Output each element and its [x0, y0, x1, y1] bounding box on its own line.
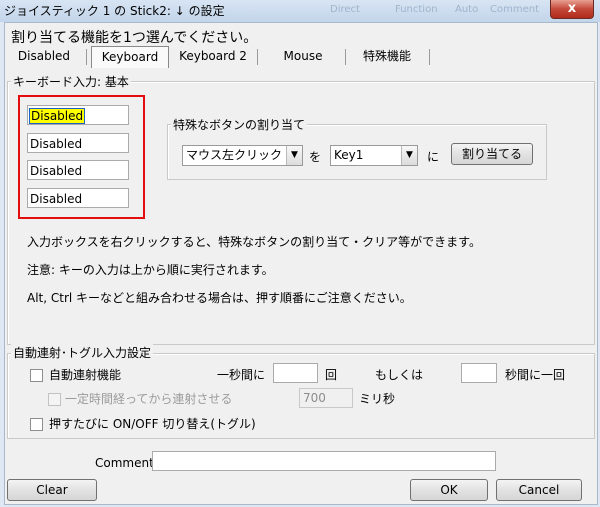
delay-label: 一定時間経ってから連射させる	[65, 392, 233, 406]
or-label: もしくは	[375, 368, 424, 382]
tab-separator	[429, 49, 430, 65]
tab-mouse[interactable]: Mouse	[263, 46, 343, 66]
dialog-client: 割り当てる機能を1つ選んでください。 Disabled Keyboard Key…	[4, 22, 598, 505]
note-right-click: 入力ボックスを右クリックすると、特殊なボタンの割り当て・クリア等ができます。	[27, 235, 481, 249]
wo-label: を	[309, 150, 322, 164]
window-title: ジョイスティック 1 の Stick2: ↓ の設定	[4, 4, 225, 18]
assign-button[interactable]: 割り当てる	[451, 143, 533, 165]
close-icon: x	[567, 1, 577, 16]
tab-separator	[86, 49, 87, 65]
cancel-button[interactable]: Cancel	[496, 479, 582, 501]
ok-button[interactable]: OK	[410, 479, 488, 501]
clear-button[interactable]: Clear	[7, 479, 97, 501]
comment-input[interactable]	[152, 451, 496, 471]
ni-label: に	[427, 150, 440, 164]
tab-disabled[interactable]: Disabled	[9, 46, 79, 66]
chevron-down-icon[interactable]: ▼	[401, 146, 417, 165]
close-button[interactable]: x	[550, 0, 594, 19]
seconds-interval-input[interactable]	[461, 363, 497, 383]
key-input-value: Disabled	[28, 108, 86, 124]
background-window-title: Auto	[455, 4, 479, 15]
auto-fire-group-title: 自動連射･トグル入力設定	[11, 344, 154, 361]
ms-label: ミリ秒	[359, 392, 396, 406]
rapid-fire-label: 自動連射機能	[49, 368, 122, 382]
tab-keyboard-2[interactable]: Keyboard 2	[175, 46, 251, 66]
delay-checkbox[interactable]	[48, 393, 61, 406]
delay-ms-input[interactable]: 700	[299, 388, 353, 408]
tab-keyboard[interactable]: Keyboard	[91, 46, 169, 68]
tab-separator	[345, 49, 346, 65]
chevron-down-icon[interactable]: ▼	[286, 146, 302, 165]
keyboard-group-title: キーボード入力: 基本	[11, 73, 131, 90]
times-label: 回	[325, 368, 338, 382]
key-target-value: Key1	[334, 148, 364, 162]
tab-special-functions[interactable]: 特殊機能	[349, 46, 425, 66]
special-group-title: 特殊なボタンの割り当て	[171, 116, 308, 133]
title-bar: Direct Function Auto Comment ジョイスティック 1 …	[0, 0, 600, 22]
key-input-1[interactable]: Disabled	[27, 105, 129, 125]
comment-label: Comment:	[95, 456, 158, 470]
times-per-second-input[interactable]	[273, 363, 318, 383]
seconds-per-once-label: 秒間に一回	[505, 368, 566, 382]
tab-separator	[257, 49, 258, 65]
instruction-text: 割り当てる機能を1つ選んでください。	[11, 30, 258, 46]
key-input-3[interactable]: Disabled	[27, 160, 129, 180]
background-window-title: Comment	[490, 4, 539, 15]
background-window-title: Function	[395, 4, 438, 15]
mouse-action-select[interactable]: マウス左クリック ▼	[182, 145, 303, 166]
mouse-action-value: マウス左クリック	[186, 148, 283, 162]
key-target-select[interactable]: Key1 ▼	[330, 145, 418, 166]
background-window-title: Direct	[330, 4, 360, 15]
rapid-fire-checkbox[interactable]	[30, 369, 43, 382]
note-modifier-keys: Alt, Ctrl キーなどと組み合わせる場合は、押す順番にご注意ください。	[27, 291, 412, 305]
key-input-4[interactable]: Disabled	[27, 188, 129, 208]
note-order: 注意: キーの入力は上から順に実行されます。	[27, 263, 274, 277]
toggle-label: 押すたびに ON/OFF 切り替え(トグル)	[49, 417, 256, 431]
key-input-2[interactable]: Disabled	[27, 133, 129, 153]
toggle-checkbox[interactable]	[30, 418, 43, 431]
per-second-label: 一秒間に	[217, 368, 266, 382]
